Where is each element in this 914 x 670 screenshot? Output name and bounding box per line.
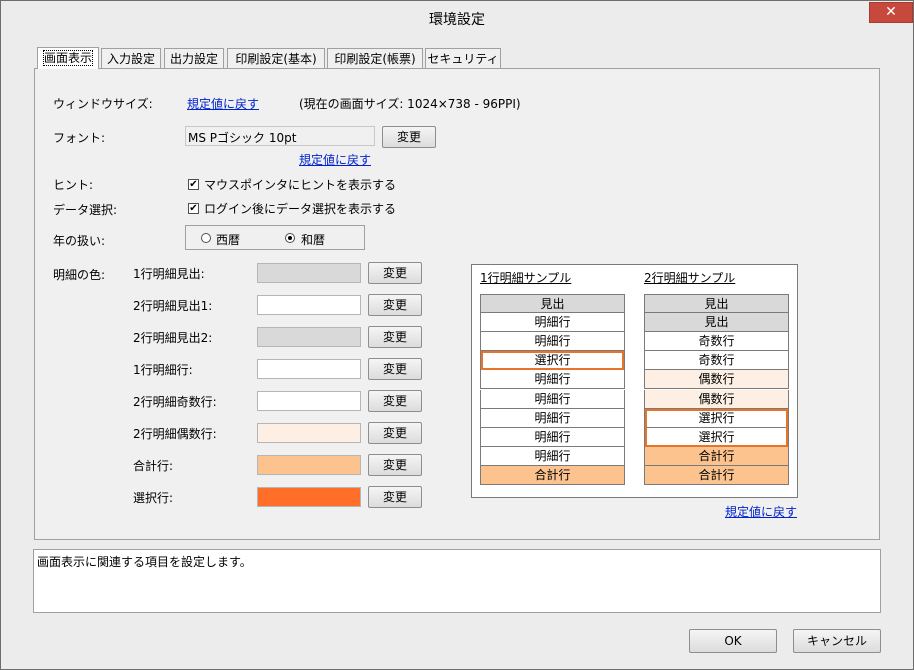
sample-row-detail: 明細行 — [480, 370, 625, 390]
font-value: MS Pゴシック 10pt — [188, 131, 297, 145]
window-size-label: ウィンドウサイズ: — [53, 97, 153, 111]
window-size-reset-link[interactable]: 規定値に戻す — [187, 95, 259, 112]
window-title: 環境設定 — [429, 12, 485, 28]
settings-dialog: 環境設定 ✕ 画面表示 入力設定 出力設定 印刷設定(基本) 印刷設定(帳票) … — [0, 0, 914, 670]
sample-row-odd: 奇数行 — [644, 332, 789, 352]
detail-color-row-label: 2行明細見出1: — [133, 299, 213, 313]
tab-print-forms[interactable]: 印刷設定(帳票) — [327, 48, 423, 68]
tab-security[interactable]: セキュリティ — [425, 48, 501, 68]
detail-color-row-label: 2行明細偶数行: — [133, 427, 217, 441]
description-text: 画面表示に関連する項目を設定します。 — [37, 555, 252, 569]
sample-row-detail: 明細行 — [480, 446, 625, 466]
detail-color-row-label: 2行明細見出2: — [133, 331, 213, 345]
current-screen-size: (現在の画面サイズ: 1024×738 - 96PPI) — [299, 97, 521, 111]
color-swatch — [257, 295, 361, 315]
tab-input[interactable]: 入力設定 — [101, 48, 161, 68]
title-bar[interactable]: 環境設定 ✕ — [1, 1, 913, 33]
color-swatch — [257, 455, 361, 475]
sample-row-total: 合計行 — [480, 465, 625, 485]
detail-color-row-label: 2行明細奇数行: — [133, 395, 217, 409]
tab-output-label: 出力設定 — [169, 52, 218, 66]
year-radio-western[interactable] — [201, 233, 211, 243]
year-option-western-label[interactable]: 西暦 — [216, 231, 240, 248]
close-button[interactable]: ✕ — [869, 2, 913, 23]
color-change-button[interactable]: 変更 — [368, 358, 422, 380]
sample-row-detail: 明細行 — [480, 332, 625, 352]
selected-row-highlight — [645, 408, 788, 447]
hint-checkbox[interactable]: ✔ — [188, 179, 199, 190]
year-radio-japanese[interactable] — [285, 233, 295, 243]
color-change-button[interactable]: 変更 — [368, 390, 422, 412]
tab-display-label: 画面表示 — [42, 50, 94, 66]
sample-row-header1: 見出 — [644, 294, 789, 313]
sample-reset-link[interactable]: 規定値に戻す — [725, 503, 797, 520]
color-swatch — [257, 359, 361, 379]
tab-display[interactable]: 画面表示 — [37, 47, 99, 69]
year-option-japanese-label[interactable]: 和暦 — [301, 231, 325, 248]
tab-input-label: 入力設定 — [106, 52, 155, 66]
font-label: フォント: — [53, 131, 106, 145]
two-line-sample-title: 2行明細サンプル — [644, 271, 736, 285]
sample-row-header2: 見出 — [644, 313, 789, 333]
color-swatch — [257, 487, 361, 507]
data-select-label: データ選択: — [53, 203, 118, 217]
sample-row-total: 合計行 — [644, 446, 789, 466]
cancel-button[interactable]: キャンセル — [793, 629, 881, 653]
color-change-button[interactable]: 変更 — [368, 326, 422, 348]
font-display-field: MS Pゴシック 10pt — [185, 126, 375, 146]
detail-color-row-label: 1行明細見出: — [133, 267, 205, 281]
sample-row-detail: 明細行 — [480, 427, 625, 447]
font-reset-link[interactable]: 規定値に戻す — [299, 151, 371, 168]
detail-colors-label: 明細の色: — [53, 268, 106, 282]
data-select-checkbox-label[interactable]: ログイン後にデータ選択を表示する — [204, 200, 396, 217]
sample-row-total: 合計行 — [644, 465, 789, 485]
detail-color-row-label: 選択行: — [133, 491, 174, 505]
ok-button[interactable]: OK — [689, 629, 777, 653]
selected-row-highlight — [481, 351, 624, 371]
hint-label: ヒント: — [53, 178, 94, 192]
description-box: 画面表示に関連する項目を設定します。 — [33, 549, 881, 613]
year-radio-group — [185, 225, 365, 250]
sample-row-odd: 奇数行 — [644, 351, 789, 371]
sample-row-detail: 明細行 — [480, 408, 625, 428]
one-line-sample-title: 1行明細サンプル — [480, 271, 572, 285]
sample-row-even: 偶数行 — [644, 389, 789, 409]
color-change-button[interactable]: 変更 — [368, 454, 422, 476]
year-label: 年の扱い: — [53, 234, 106, 248]
sample-row-header: 見出 — [480, 294, 625, 313]
color-swatch — [257, 263, 361, 283]
color-change-button[interactable]: 変更 — [368, 422, 422, 444]
color-swatch — [257, 423, 361, 443]
color-swatch — [257, 391, 361, 411]
color-change-button[interactable]: 変更 — [368, 262, 422, 284]
tab-security-label: セキュリティ — [427, 52, 499, 66]
font-change-button[interactable]: 変更 — [382, 126, 436, 148]
tab-print-basic[interactable]: 印刷設定(基本) — [227, 48, 325, 68]
sample-row-detail: 明細行 — [480, 313, 625, 333]
tab-output[interactable]: 出力設定 — [164, 48, 224, 68]
tab-print-forms-label: 印刷設定(帳票) — [334, 52, 416, 66]
detail-color-row-label: 合計行: — [133, 459, 174, 473]
sample-row-detail: 明細行 — [480, 389, 625, 409]
detail-color-row-label: 1行明細行: — [133, 363, 193, 377]
tab-print-basic-label: 印刷設定(基本) — [235, 52, 317, 66]
data-select-checkbox[interactable]: ✔ — [188, 203, 199, 214]
color-change-button[interactable]: 変更 — [368, 486, 422, 508]
color-swatch — [257, 327, 361, 347]
color-change-button[interactable]: 変更 — [368, 294, 422, 316]
sample-row-even: 偶数行 — [644, 370, 789, 390]
hint-checkbox-label[interactable]: マウスポインタにヒントを表示する — [204, 176, 396, 193]
